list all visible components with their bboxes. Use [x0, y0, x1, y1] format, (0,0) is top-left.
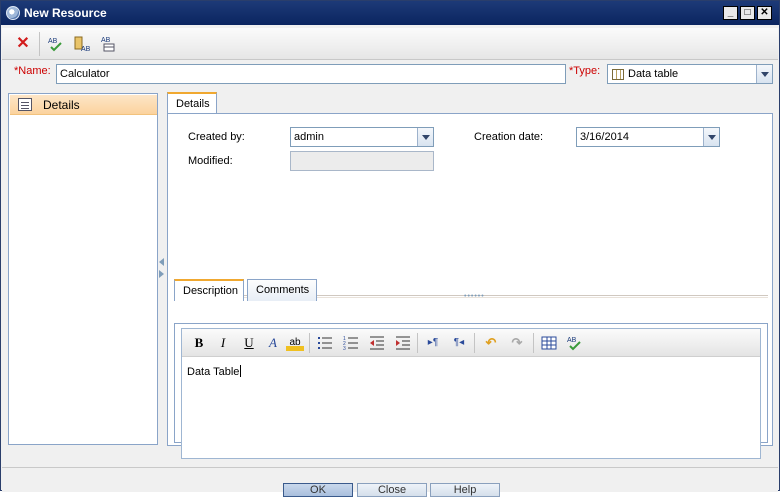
collapse-left-icon[interactable] [159, 258, 164, 266]
svg-text:AB: AB [81, 46, 91, 53]
svg-text:AB: AB [567, 337, 577, 344]
svg-text:3: 3 [343, 346, 346, 351]
spell-check-icon[interactable]: AB [566, 335, 584, 351]
type-select[interactable]: Data table [607, 64, 773, 84]
toolbar-separator [417, 333, 418, 353]
chevron-down-icon[interactable] [756, 65, 772, 83]
dialog-footer: OK Close Help [2, 467, 778, 497]
created-by-label: Created by: [188, 131, 245, 143]
splitter-grip-icon: •••••• [464, 293, 485, 300]
name-label: *Name: [14, 65, 51, 77]
undo-icon[interactable]: ↶ [482, 335, 500, 351]
bold-button[interactable]: B [190, 335, 208, 351]
italic-button[interactable]: I [214, 335, 232, 351]
main-content: Details Created by: admin Creation date:… [167, 92, 773, 459]
svg-text:AB: AB [48, 38, 58, 45]
insert-table-icon[interactable] [540, 335, 558, 351]
window-title: New Resource [24, 6, 107, 20]
description-text[interactable]: Data Table [187, 365, 242, 378]
redo-icon[interactable]: ↷ [508, 335, 526, 351]
toolbar-separator [474, 333, 475, 353]
find-replace-icon[interactable]: AB [73, 35, 91, 53]
new-resource-dialog: New Resource _ □ ✕ ✕ AB AB AB *Name: Cal… [0, 0, 780, 497]
creation-date-value: 3/16/2014 [580, 131, 629, 143]
app-icon [6, 6, 20, 20]
delete-icon[interactable]: ✕ [14, 35, 32, 53]
maximize-button[interactable]: □ [740, 6, 755, 20]
main-toolbar: ✕ AB AB AB [2, 28, 778, 60]
svg-text:AB: AB [101, 37, 111, 44]
text-caret [240, 365, 242, 377]
bullet-list-icon[interactable] [316, 335, 334, 351]
close-button[interactable]: Close [357, 483, 427, 497]
panel-splitter[interactable] [159, 257, 165, 279]
title-bar: New Resource _ □ ✕ [1, 1, 779, 25]
name-label-text: Name: [18, 65, 51, 77]
description-value: Data Table [187, 366, 240, 378]
tab-comments[interactable]: Comments [247, 279, 317, 301]
type-label: *Type: [569, 65, 600, 77]
editor-toolbar: B I U A ab 123 ▸¶ ¶◂ ↶ ↷ AB [182, 329, 760, 357]
creation-date-label: Creation date: [474, 131, 544, 143]
numbered-list-icon[interactable]: 123 [342, 335, 360, 352]
rich-text-editor: B I U A ab 123 ▸¶ ¶◂ ↶ ↷ AB Data Table [181, 328, 761, 459]
tab-description[interactable]: Description [174, 279, 244, 301]
created-by-value: admin [294, 131, 324, 143]
increase-indent-icon[interactable] [394, 335, 412, 351]
chevron-down-icon[interactable] [703, 128, 719, 146]
ok-button[interactable]: OK [283, 483, 353, 497]
modified-label: Modified: [188, 155, 233, 167]
help-button[interactable]: Help [430, 483, 500, 497]
sidebar-item-details[interactable]: Details [10, 95, 157, 115]
rtl-direction-icon[interactable]: ¶◂ [450, 335, 468, 351]
toolbar-separator [39, 32, 40, 56]
tab-details[interactable]: Details [167, 92, 217, 114]
created-by-select[interactable]: admin [290, 127, 434, 147]
font-color-button[interactable]: A [264, 335, 282, 351]
minimize-button[interactable]: _ [723, 6, 738, 20]
sidebar: Details [8, 93, 158, 445]
data-table-icon [612, 69, 624, 80]
ltr-direction-icon[interactable]: ▸¶ [424, 335, 442, 351]
details-panel: Created by: admin Creation date: 3/16/20… [167, 113, 773, 459]
details-icon [18, 98, 32, 111]
spell-check-icon[interactable]: AB [47, 35, 65, 53]
field-check-icon[interactable]: AB [99, 35, 117, 53]
creation-date-picker[interactable]: 3/16/2014 [576, 127, 720, 147]
expand-right-icon[interactable] [159, 270, 164, 278]
decrease-indent-icon[interactable] [368, 335, 386, 351]
name-input[interactable]: Calculator [56, 64, 566, 84]
chevron-down-icon[interactable] [417, 128, 433, 146]
toolbar-separator [309, 333, 310, 353]
type-label-text: Type: [573, 65, 601, 77]
close-window-button[interactable]: ✕ [757, 6, 772, 20]
highlight-button[interactable]: ab [286, 335, 304, 351]
toolbar-separator [533, 333, 534, 353]
underline-button[interactable]: U [240, 335, 258, 351]
type-value: Data table [628, 68, 679, 80]
sidebar-item-label: Details [43, 98, 80, 112]
modified-field [290, 151, 434, 171]
description-panel: B I U A ab 123 ▸¶ ¶◂ ↶ ↷ AB Data Table [174, 323, 768, 459]
